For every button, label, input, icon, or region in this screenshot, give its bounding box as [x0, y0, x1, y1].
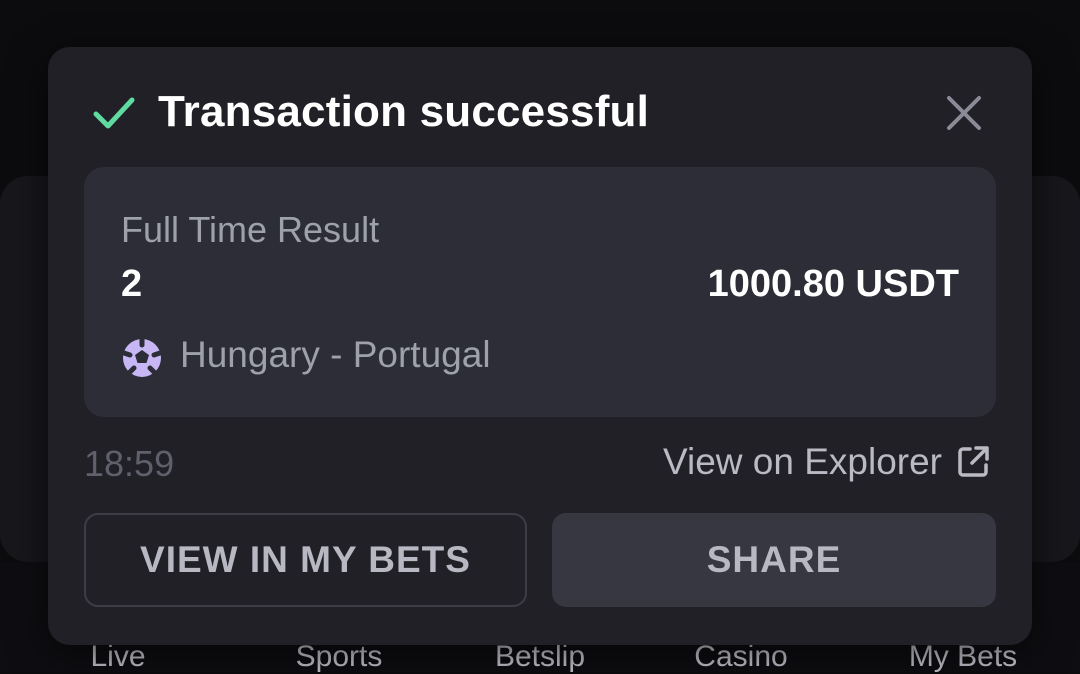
- toast-title: Transaction successful: [158, 87, 650, 136]
- explorer-label: View on Explorer: [662, 441, 942, 482]
- nav-item-sports[interactable]: Sports: [296, 640, 383, 674]
- external-link-icon: [958, 446, 989, 477]
- close-icon[interactable]: [944, 93, 984, 133]
- check-icon: [93, 97, 135, 129]
- transaction-time: 18:59: [84, 443, 175, 484]
- nav-item-betslip[interactable]: Betslip: [495, 640, 585, 674]
- nav-item-my-bets[interactable]: My Bets: [909, 640, 1017, 674]
- view-in-my-bets-button[interactable]: VIEW IN MY BETS: [84, 513, 527, 607]
- market-name: Full Time Result: [121, 209, 380, 250]
- view-on-explorer-link[interactable]: View on Explorer: [663, 441, 992, 483]
- toast-header: Transaction successful: [48, 47, 1032, 167]
- transaction-toast: Transaction successful Full Time Result …: [48, 47, 1032, 645]
- soccer-ball-icon: [121, 337, 163, 377]
- bet-amount: 1000.80 USDT: [707, 263, 959, 305]
- bet-selection: 2: [121, 263, 143, 305]
- bet-card: Full Time Result 2 1000.80 USDT Hungary …: [84, 167, 996, 417]
- match-name: Hungary - Portugal: [180, 334, 491, 375]
- nav-item-live[interactable]: Live: [90, 640, 145, 674]
- share-button[interactable]: SHARE: [552, 513, 996, 607]
- nav-item-casino[interactable]: Casino: [694, 640, 787, 674]
